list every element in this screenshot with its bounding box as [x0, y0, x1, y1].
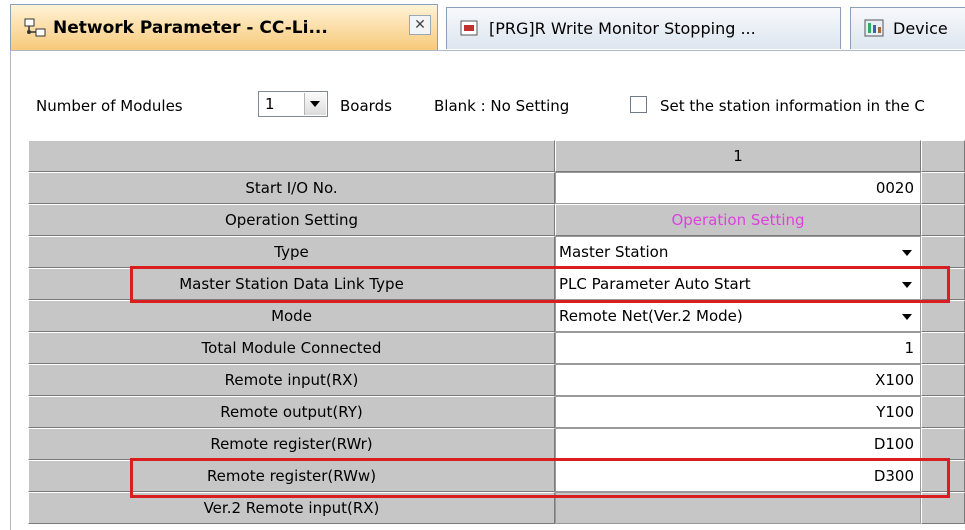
next-column-cell: [921, 172, 965, 204]
next-column-cell: [921, 396, 965, 428]
chevron-down-icon[interactable]: [898, 277, 916, 293]
row-label: Remote input(RX): [28, 364, 555, 396]
row-label: Start I/O No.: [28, 172, 555, 204]
blank-setting-label: Blank : No Setting: [434, 97, 570, 115]
next-column-cell: [921, 236, 965, 268]
remote-output-ry-field[interactable]: Y100: [555, 396, 921, 428]
data-link-type-value: PLC Parameter Auto Start: [559, 275, 751, 293]
tab-device[interactable]: Device: [850, 7, 965, 49]
type-value: Master Station: [559, 243, 669, 261]
mode-value: Remote Net(Ver.2 Mode): [559, 307, 743, 325]
table-row: Operation Setting Operation Setting: [28, 204, 965, 236]
row-label: Remote register(RWr): [28, 428, 555, 460]
remote-register-rwr-field[interactable]: D100: [555, 428, 921, 460]
device-icon: [863, 18, 887, 40]
next-column-cell: [921, 268, 965, 300]
table-row: Remote register(RWw) D300: [28, 460, 965, 492]
number-of-modules-value: 1: [265, 95, 275, 113]
table-row: Master Station Data Link Type PLC Parame…: [28, 268, 965, 300]
table-row: Type Master Station: [28, 236, 965, 268]
table-row: Remote output(RY) Y100: [28, 396, 965, 428]
tab-label: Device: [893, 19, 948, 38]
table-row: Ver.2 Remote input(RX): [28, 492, 965, 524]
grid-header-row: 1: [28, 140, 965, 172]
start-io-input[interactable]: 0020: [555, 172, 921, 204]
remote-input-rx-field[interactable]: X100: [555, 364, 921, 396]
operation-setting-button[interactable]: Operation Setting: [555, 204, 921, 236]
table-row: Start I/O No. 0020: [28, 172, 965, 204]
next-column-cell: [921, 428, 965, 460]
tab-network-parameter[interactable]: Network Parameter - CC-Li... ✕: [10, 4, 438, 50]
mode-select[interactable]: Remote Net(Ver.2 Mode): [555, 300, 921, 332]
tab-label: [PRG]R Write Monitor Stopping ...: [489, 19, 756, 38]
chevron-down-icon[interactable]: [304, 93, 326, 115]
station-info-label: Set the station information in the C: [660, 97, 925, 115]
remote-register-rww-field[interactable]: D300: [555, 460, 921, 492]
chevron-down-icon[interactable]: [898, 245, 916, 261]
data-link-type-select[interactable]: PLC Parameter Auto Start: [555, 268, 921, 300]
next-column-cell: [921, 492, 965, 524]
program-icon: [459, 18, 483, 40]
network-parameter-icon: [23, 17, 47, 39]
next-column-cell: [921, 460, 965, 492]
table-row: Remote input(RX) X100: [28, 364, 965, 396]
tab-label: Network Parameter - CC-Li...: [53, 17, 328, 38]
column-header-1: 1: [555, 140, 921, 172]
close-icon[interactable]: ✕: [409, 15, 431, 35]
row-label: Remote output(RY): [28, 396, 555, 428]
station-info-checkbox[interactable]: [630, 96, 647, 113]
next-column-cell: [921, 364, 965, 396]
total-module-input[interactable]: 1: [555, 332, 921, 364]
boards-label: Boards: [340, 97, 392, 115]
module-options-row: Number of Modules Boards Blank : No Sett…: [0, 90, 965, 124]
row-label: Mode: [28, 300, 555, 332]
column-header-2: [921, 140, 965, 172]
table-row: Remote register(RWr) D100: [28, 428, 965, 460]
row-label: Type: [28, 236, 555, 268]
table-row: Total Module Connected 1: [28, 332, 965, 364]
next-column-cell: [921, 204, 965, 236]
row-label: Operation Setting: [28, 204, 555, 236]
tab-strip: Network Parameter - CC-Li... ✕ [PRG]R Wr…: [0, 0, 965, 50]
row-label: Ver.2 Remote input(RX): [28, 492, 555, 524]
row-label: Master Station Data Link Type: [28, 268, 555, 300]
next-column-cell: [921, 300, 965, 332]
table-row: Mode Remote Net(Ver.2 Mode): [28, 300, 965, 332]
tab-program[interactable]: [PRG]R Write Monitor Stopping ...: [446, 7, 841, 49]
grid-corner-header: [28, 140, 555, 172]
chevron-down-icon[interactable]: [898, 309, 916, 325]
number-of-modules-label: Number of Modules: [36, 97, 183, 115]
ver2-remote-input-field[interactable]: [555, 492, 921, 524]
number-of-modules-select[interactable]: 1: [258, 91, 328, 117]
type-select[interactable]: Master Station: [555, 236, 921, 268]
row-label: Remote register(RWw): [28, 460, 555, 492]
next-column-cell: [921, 332, 965, 364]
row-label: Total Module Connected: [28, 332, 555, 364]
